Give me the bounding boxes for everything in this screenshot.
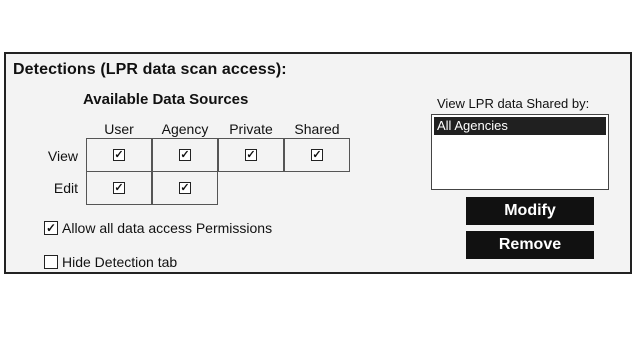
remove-button[interactable]: Remove — [466, 231, 594, 259]
edit-user-checkbox[interactable]: ✓ — [113, 182, 125, 194]
available-data-sources-title: Available Data Sources — [83, 91, 249, 108]
hide-detection-tab-label: Hide Detection tab — [62, 254, 178, 270]
view-shared-checkbox[interactable]: ✓ — [311, 149, 323, 161]
row-header-view: View — [47, 148, 78, 164]
allow-all-permissions-checkbox[interactable]: ✓ — [44, 221, 58, 235]
allow-all-permissions-option[interactable]: ✓ Allow all data access Permissions — [44, 220, 272, 236]
view-agency-checkbox[interactable]: ✓ — [179, 149, 191, 161]
detections-panel: Detections (LPR data scan access): Avail… — [4, 52, 632, 274]
view-user-cell: ✓ — [86, 138, 152, 172]
column-header-agency: Agency — [161, 121, 209, 137]
view-shared-cell: ✓ — [284, 138, 350, 172]
view-private-checkbox[interactable]: ✓ — [245, 149, 257, 161]
view-user-checkbox[interactable]: ✓ — [113, 149, 125, 161]
edit-user-cell: ✓ — [86, 171, 152, 205]
shared-by-listbox[interactable]: All Agencies — [431, 114, 609, 190]
view-private-cell: ✓ — [218, 138, 284, 172]
hide-detection-tab-option[interactable]: Hide Detection tab — [44, 254, 177, 270]
column-header-user: User — [104, 121, 134, 137]
edit-agency-checkbox[interactable]: ✓ — [179, 182, 191, 194]
shared-by-label: View LPR data Shared by: — [437, 96, 590, 111]
row-header-edit: Edit — [53, 180, 78, 196]
allow-all-permissions-label: Allow all data access Permissions — [62, 220, 273, 236]
modify-button[interactable]: Modify — [466, 197, 594, 225]
column-header-private: Private — [229, 121, 273, 137]
edit-agency-cell: ✓ — [152, 171, 218, 205]
listbox-item-all-agencies[interactable]: All Agencies — [434, 117, 606, 135]
view-agency-cell: ✓ — [152, 138, 218, 172]
panel-title: Detections (LPR data scan access): — [13, 61, 287, 78]
hide-detection-tab-checkbox[interactable] — [44, 255, 58, 269]
column-header-shared: Shared — [294, 121, 340, 137]
